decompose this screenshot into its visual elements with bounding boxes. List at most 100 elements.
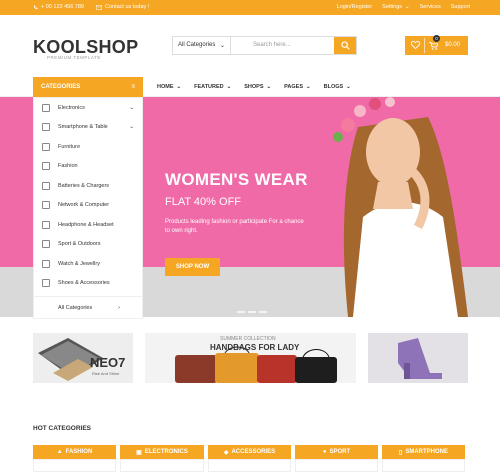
chevron-down-icon: ⌄ <box>346 84 351 90</box>
sidebar-item-label: Smartphone & Table <box>58 124 108 131</box>
slider-dot[interactable] <box>259 311 267 313</box>
categories-header[interactable]: CATEGORIES ≡ <box>33 77 143 97</box>
tab-label: SPORT <box>329 449 351 455</box>
furniture-icon <box>42 142 50 151</box>
category-sidebar: Electronics ⌄ Smartphone & Table ⌄ Furnitu… <box>33 97 143 319</box>
tab-label: SMARTPHONE <box>405 449 448 455</box>
shoes-icon <box>42 279 50 288</box>
chevron-down-icon: ⌄ <box>129 124 134 131</box>
neo7-banner[interactable]: NEO7 Rise And Shine <box>33 333 133 383</box>
tab-body <box>208 459 291 472</box>
tab-electronics[interactable]: ▣ ELECTRONICS <box>120 445 204 472</box>
sidebar-item-sport[interactable]: Sport & Outdoors <box>34 235 142 255</box>
menu-item-home[interactable]: HOME ⌄ <box>157 84 181 90</box>
tab-fashion[interactable]: ▲ FASHION <box>33 445 116 472</box>
handbags-banner[interactable]: SUMMER COLLECTION HANDBAGS FOR LADY <box>145 333 356 383</box>
menu-item-pages[interactable]: PAGES ⌄ <box>284 84 310 90</box>
menu-label: SHOPS <box>244 84 264 90</box>
chevron-down-icon: ⌄ <box>266 84 272 90</box>
computer-icon <box>42 201 50 210</box>
menu-label: BLOGS <box>323 84 344 90</box>
top-bar: + 00 123 456 789 Contact us today ! Logi… <box>0 0 500 15</box>
sidebar-item-label: Headphone & Headset <box>58 221 114 228</box>
sidebar-item-fashion[interactable]: Fashion <box>34 157 142 177</box>
sidebar-item-smartphone[interactable]: Smartphone & Table ⌄ <box>34 118 142 138</box>
smartphone-icon <box>42 123 50 132</box>
search-category-select[interactable]: All Categories ⌄ <box>173 37 231 54</box>
tab-accessories[interactable]: ◆ ACCESSORIES <box>208 445 291 472</box>
promo-banners: NEO7 Rise And Shine SUMMER COLLECTION HA… <box>0 333 500 383</box>
sidebar-item-electronics[interactable]: Electronics ⌄ <box>34 98 142 118</box>
sidebar-item-label: Sport & Outdoors <box>58 241 101 248</box>
phone-contact[interactable]: + 00 123 456 789 <box>33 4 84 10</box>
settings-menu[interactable]: Settings ⌄ <box>382 4 409 10</box>
battery-icon <box>42 181 50 190</box>
sport-icon <box>42 240 50 249</box>
electronics-icon: ▣ <box>136 449 142 456</box>
chevron-down-icon: ⌄ <box>306 84 311 90</box>
sidebar-item-batteries[interactable]: Batteries & Chargers <box>34 176 142 196</box>
email-contact[interactable]: Contact us today ! <box>95 4 150 10</box>
watch-icon <box>42 259 50 268</box>
hero-text: Products leading fashion or participate … <box>165 219 304 234</box>
phone-icon <box>33 5 38 9</box>
search-bar: All Categories ⌄ Search here... <box>172 36 357 55</box>
chevron-down-icon: ⌄ <box>176 84 182 90</box>
tab-sport[interactable]: ● SPORT <box>295 445 378 472</box>
menu-label: HOME <box>157 84 174 90</box>
search-input[interactable]: Search here... <box>231 37 334 54</box>
tab-smartphone[interactable]: ▯ SMARTPHONE <box>382 445 465 472</box>
all-categories-link[interactable]: All Categories › <box>34 296 142 318</box>
sidebar-item-headphone[interactable]: Headphone & Headset <box>34 215 142 235</box>
cart-box[interactable]: 0 $0.00 <box>405 35 468 55</box>
sidebar-item-watch[interactable]: Watch & Jewellry <box>34 254 142 274</box>
neo-subtitle: Rise And Shine <box>92 371 120 376</box>
heels-banner[interactable] <box>368 333 468 383</box>
electronics-icon <box>42 103 50 112</box>
sidebar-item-label: Watch & Jewellry <box>58 260 100 267</box>
hero-title: WOMEN'S WEAR <box>165 170 308 189</box>
chevron-down-icon: ⌄ <box>405 4 410 10</box>
sidebar-item-shoes[interactable]: Shoes & Accessories <box>34 274 142 294</box>
email-text: Contact us today ! <box>104 4 150 10</box>
heart-icon[interactable] <box>411 41 420 49</box>
menu-item-blogs[interactable]: BLOGS ⌄ <box>324 84 351 90</box>
sidebar-item-label: Network & Computer <box>58 202 110 209</box>
chevron-right-icon: › <box>118 304 120 311</box>
sidebar-item-label: Shoes & Accessories <box>58 280 110 287</box>
slider-dot[interactable] <box>248 311 256 313</box>
shop-now-button[interactable]: SHOP NOW <box>165 258 220 276</box>
sidebar-item-furniture[interactable]: Furniture <box>34 137 142 157</box>
slider-dots <box>237 311 267 313</box>
shoe-icon <box>42 162 50 171</box>
tab-label: ACCESSORIES <box>231 449 276 455</box>
menu-item-shops[interactable]: SHOPS ⌄ <box>244 84 271 90</box>
tab-body <box>295 459 378 472</box>
hamburger-icon: ≡ <box>131 84 135 90</box>
cart-count-badge: 0 <box>433 35 440 42</box>
sidebar-item-label: Furniture <box>58 143 81 150</box>
chevron-down-icon: ⌄ <box>129 104 134 111</box>
smartphone-icon: ▯ <box>399 449 403 456</box>
neo-title: NEO7 <box>90 355 126 370</box>
search-button[interactable] <box>334 37 356 54</box>
menu-item-featured[interactable]: FEATURED ⌄ <box>194 84 231 90</box>
tab-label: ELECTRONICS <box>144 449 188 455</box>
hot-categories-tabs: ▲ FASHION ▣ ELECTRONICS ◆ ACCESSORIES ● SPOR… <box>33 445 465 472</box>
tab-body <box>382 459 465 472</box>
login-register-link[interactable]: Login/Register <box>337 4 372 10</box>
support-link[interactable]: Support <box>451 4 470 10</box>
logo-subtitle: PREMIUM TEMPLATE <box>47 55 101 60</box>
sport-icon: ● <box>322 449 327 455</box>
services-link[interactable]: Services <box>420 4 441 10</box>
hot-categories-title: HOT CATEGORIES <box>33 425 92 432</box>
categories-label: CATEGORIES <box>41 84 81 90</box>
cart-total: $0.00 <box>445 42 461 48</box>
mail-icon <box>95 4 102 10</box>
sidebar-item-label: Electronics <box>58 104 85 111</box>
hero-model-image <box>333 97 468 317</box>
all-categories-label: All Categories <box>58 304 93 311</box>
sidebar-item-network[interactable]: Network & Computer <box>34 196 142 216</box>
slider-dot[interactable] <box>237 311 245 313</box>
sidebar-item-label: Batteries & Chargers <box>58 182 110 189</box>
